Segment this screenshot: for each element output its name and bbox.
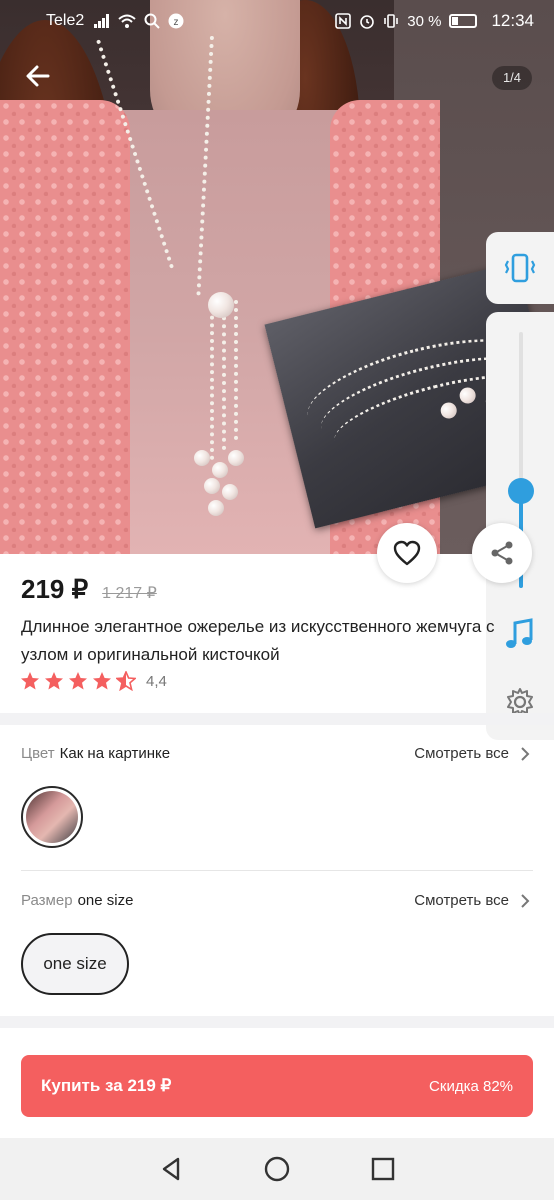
current-price: 219 ₽ bbox=[21, 574, 89, 604]
pearl-strand bbox=[210, 300, 214, 460]
star-half-icon bbox=[116, 671, 136, 691]
nav-recents-icon[interactable] bbox=[368, 1154, 398, 1184]
search-icon bbox=[144, 13, 160, 29]
chevron-right-icon bbox=[521, 893, 530, 908]
color-option-row[interactable]: Цвет Как на картинке Смотреть все bbox=[21, 745, 533, 762]
section-divider bbox=[0, 713, 554, 725]
arrow-left-icon bbox=[26, 65, 50, 87]
battery-percent: 30 % bbox=[407, 12, 442, 30]
section-divider bbox=[0, 1016, 554, 1028]
vibrate-toggle[interactable] bbox=[486, 232, 554, 304]
clock: 12:34 bbox=[491, 11, 534, 30]
wifi-icon bbox=[118, 14, 136, 28]
color-see-all-link[interactable]: Смотреть все bbox=[414, 745, 509, 762]
pearl bbox=[208, 292, 234, 318]
size-option-key: Размер bbox=[21, 892, 73, 909]
size-chip-selected[interactable]: one size bbox=[21, 933, 129, 995]
star-icon bbox=[69, 672, 87, 690]
star-icon bbox=[21, 672, 39, 690]
option-divider bbox=[21, 870, 533, 871]
pearl bbox=[212, 462, 228, 478]
star-icon bbox=[93, 672, 111, 690]
heart-icon bbox=[393, 540, 421, 566]
product-image[interactable] bbox=[0, 0, 554, 554]
pearl-strand bbox=[222, 300, 226, 450]
size-see-all-link[interactable]: Смотреть все bbox=[414, 892, 509, 909]
status-icons-right: 30 % 12:34 bbox=[335, 11, 534, 31]
price-row: 219 ₽ 1 217 ₽ bbox=[21, 574, 157, 605]
status-icons-left: z bbox=[94, 13, 184, 29]
back-button[interactable] bbox=[22, 62, 54, 94]
rating-value: 4,4 bbox=[146, 672, 167, 690]
carrier-name: Tele2 bbox=[46, 12, 85, 29]
pearl bbox=[208, 500, 224, 516]
pearl-strand bbox=[234, 300, 238, 440]
buy-button[interactable]: Купить за 219 ₽ Скидка 82% bbox=[21, 1055, 533, 1117]
product-title: Длинное элегантное ожерелье из искусстве… bbox=[21, 617, 495, 664]
size-option-value: one size bbox=[77, 892, 134, 909]
color-option-value: Как на картинке bbox=[59, 745, 171, 762]
color-swatch-selected[interactable] bbox=[21, 786, 83, 848]
chevron-right-icon bbox=[521, 746, 530, 761]
pearl bbox=[222, 484, 238, 500]
vibrate-icon bbox=[504, 253, 536, 283]
rating[interactable]: 4,4 bbox=[20, 671, 167, 691]
volume-slider-thumb[interactable] bbox=[508, 478, 534, 504]
nav-home-icon[interactable] bbox=[262, 1154, 292, 1184]
image-vest-left bbox=[0, 100, 130, 554]
color-option-key: Цвет bbox=[21, 745, 55, 762]
favorite-button[interactable] bbox=[377, 523, 437, 583]
image-counter: 1/4 bbox=[492, 66, 532, 90]
star-icon bbox=[45, 672, 63, 690]
nfc-icon bbox=[335, 13, 352, 29]
pearl bbox=[204, 478, 220, 494]
signal-icon bbox=[94, 14, 110, 28]
nav-back-icon[interactable] bbox=[156, 1154, 186, 1184]
vibrate-status-icon bbox=[384, 14, 399, 28]
system-nav-bar bbox=[0, 1138, 554, 1200]
status-bar: Tele2 z 30 % 12:34 bbox=[0, 0, 554, 42]
buy-button-label: Купить за 219 ₽ bbox=[41, 1076, 172, 1095]
old-price: 1 217 ₽ bbox=[102, 585, 157, 602]
size-option-row[interactable]: Размер one size Смотреть все bbox=[21, 892, 533, 909]
pearl bbox=[194, 450, 210, 466]
pearl bbox=[228, 450, 244, 466]
share-icon bbox=[491, 541, 513, 565]
share-button[interactable] bbox=[472, 523, 532, 583]
discount-label: Скидка 82% bbox=[429, 1077, 513, 1095]
svg-text:z: z bbox=[174, 17, 179, 28]
app-notification-icon: z bbox=[168, 13, 184, 29]
color-swatch-image bbox=[26, 791, 78, 843]
battery-icon bbox=[449, 14, 478, 28]
alarm-icon bbox=[360, 15, 375, 29]
